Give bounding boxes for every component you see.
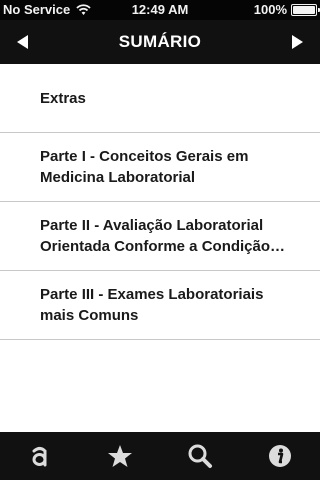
status-right: 100% — [253, 2, 320, 17]
battery-fill — [293, 5, 315, 14]
status-bar: No Service 12:49 AM 100% — [0, 0, 320, 20]
info-icon — [269, 445, 291, 467]
tab-favorites[interactable] — [80, 432, 160, 480]
tab-bar — [0, 432, 320, 480]
search-icon — [188, 444, 212, 468]
tab-info[interactable] — [240, 432, 320, 480]
list-item-label: Parte III - Exames Laboratoriais mais Co… — [40, 286, 264, 324]
list-item-parte-i[interactable]: Parte I - Conceitos Gerais em Medicina L… — [0, 133, 320, 202]
list-item-extras[interactable]: Extras — [0, 64, 320, 133]
star-icon — [108, 445, 132, 467]
list-item-label: Parte II - Avaliação Laboratorial Orient… — [40, 217, 271, 255]
page-title: SUMÁRIO — [118, 32, 202, 51]
back-button[interactable] — [0, 20, 44, 64]
list-item-parte-ii[interactable]: Parte II - Avaliação Laboratorial Orient… — [0, 202, 320, 271]
battery-icon — [291, 3, 320, 16]
alphabetical-index-icon — [32, 447, 47, 467]
right-arrow-icon — [292, 35, 303, 49]
battery-percent: 100% — [253, 2, 287, 17]
contents-list: Extras Parte I - Conceitos Gerais em Med… — [0, 64, 320, 340]
nav-bar: SUMÁRIO — [0, 20, 320, 64]
tab-search[interactable] — [160, 432, 240, 480]
forward-button[interactable] — [276, 20, 320, 64]
left-arrow-icon — [17, 35, 28, 49]
list-item-parte-iii[interactable]: Parte III - Exames Laboratoriais mais Co… — [0, 271, 320, 340]
list-item-label: Extras — [40, 89, 86, 107]
list-item-label: Parte I - Conceitos Gerais em Medicina L… — [40, 148, 249, 186]
tab-index[interactable] — [0, 432, 80, 480]
